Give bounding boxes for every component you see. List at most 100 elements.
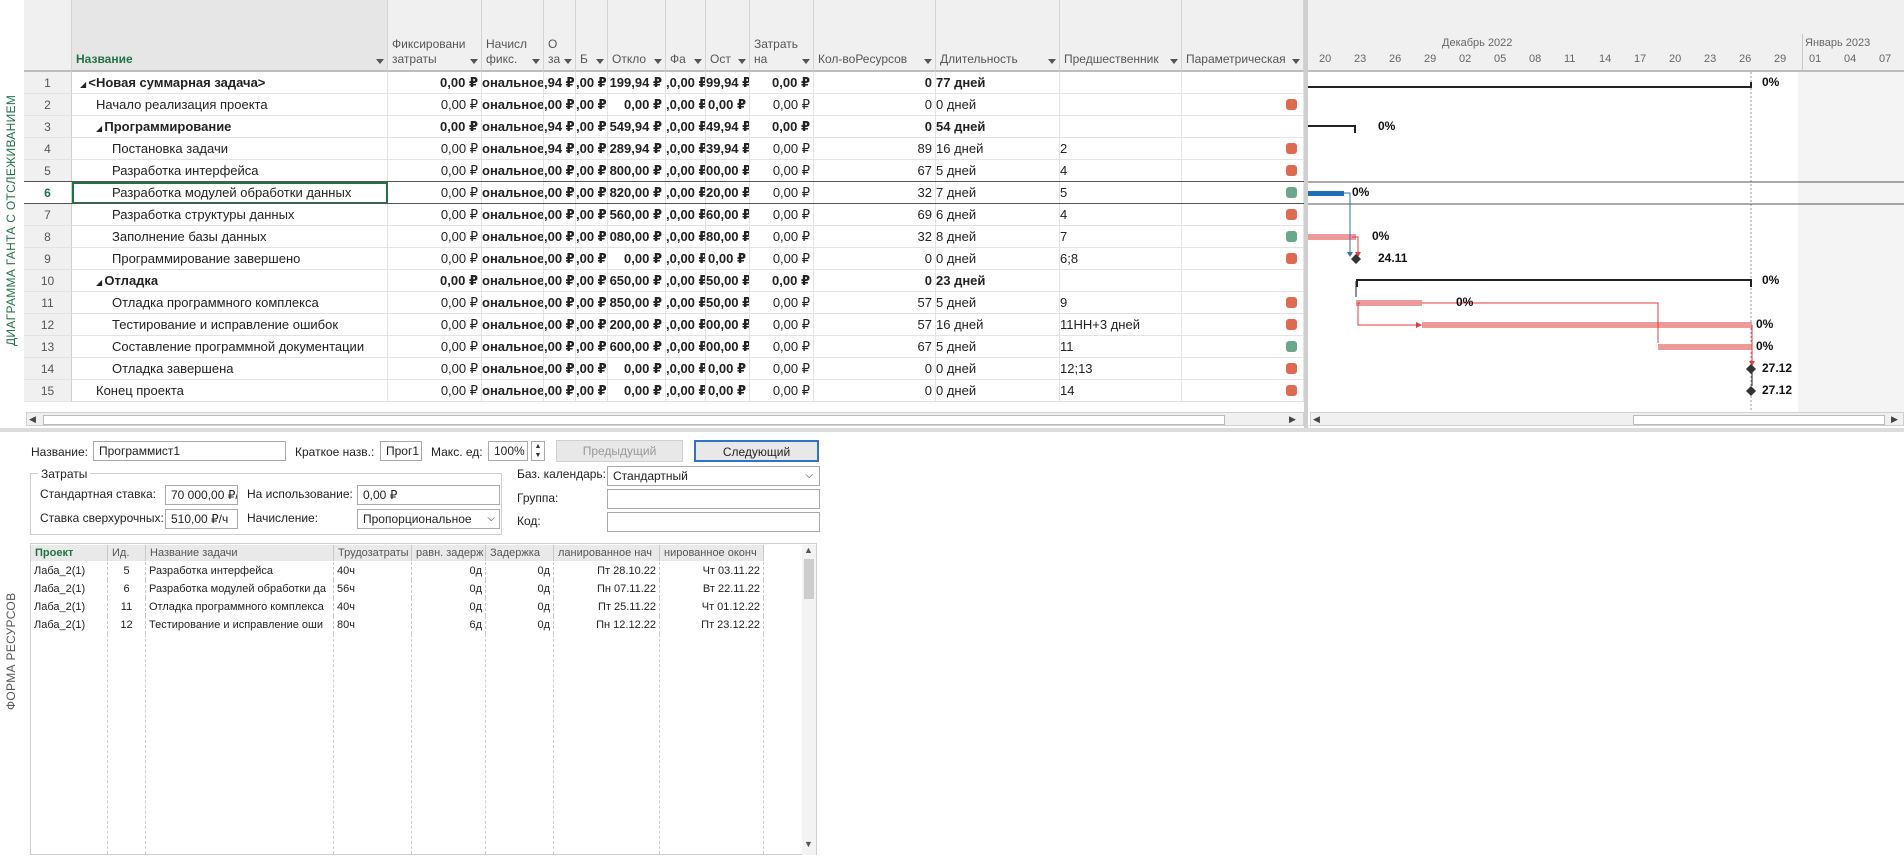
task-fixed-cell[interactable]: 0,00 ₽ — [388, 204, 482, 226]
task-pred-cell[interactable]: 14 — [1060, 380, 1182, 402]
task-o-cell[interactable]: ,00 ₽ — [544, 248, 576, 270]
task-dev-cell[interactable]: 560,00 ₽ — [608, 204, 666, 226]
code-field[interactable] — [607, 512, 820, 532]
task-pred-cell[interactable]: 12;13 — [1060, 358, 1182, 380]
assignment-cell[interactable]: 0д — [486, 598, 554, 616]
assignment-col-header[interactable]: Задержка — [486, 545, 554, 561]
standard-rate-field[interactable]: 70 000,00 ₽/ч — [165, 485, 238, 505]
task-dev-cell[interactable]: 289,94 ₽ — [608, 138, 666, 160]
task-fixed-cell[interactable]: 0,00 ₽ — [388, 160, 482, 182]
task-fact-cell[interactable]: ,0,00 ₽ — [666, 116, 706, 138]
task-rc-cell[interactable]: 32 — [814, 182, 936, 204]
task-accr-cell[interactable]: ональное — [482, 138, 544, 160]
assignment-cell[interactable]: Лаба_2(1) — [31, 598, 108, 616]
task-fact-cell[interactable]: ,0,00 ₽ — [666, 138, 706, 160]
task-name-cell[interactable]: Тестирование и исправление ошибок — [72, 314, 388, 336]
task-accr-cell[interactable]: ональное — [482, 116, 544, 138]
task-dur-cell[interactable]: 77 дней — [936, 72, 1060, 94]
task-name-cell[interactable]: Постановка задачи — [72, 138, 388, 160]
task-rem-cell[interactable]: 50,00 ₽ — [706, 270, 750, 292]
row-number[interactable]: 15 — [24, 380, 72, 402]
assignment-cell[interactable]: Пт 25.11.22 — [554, 598, 660, 616]
chevron-down-icon[interactable] — [738, 59, 746, 64]
task-rem-cell[interactable]: 00,00 ₽ — [706, 336, 750, 358]
task-accr-cell[interactable]: ональное — [482, 72, 544, 94]
scroll-left-arrow-icon[interactable]: ◀ — [1313, 414, 1320, 425]
assignment-cell[interactable]: Лаба_2(1) — [31, 580, 108, 598]
task-o-cell[interactable]: ,00 ₽ — [544, 358, 576, 380]
chevron-down-icon[interactable] — [532, 59, 540, 64]
task-rem-cell[interactable]: 0,00 ₽ — [706, 358, 750, 380]
task-fact-cell[interactable]: ,0,00 ₽ — [666, 160, 706, 182]
task-fixed-cell[interactable]: 0,00 ₽ — [388, 116, 482, 138]
scroll-up-arrow-icon[interactable]: ▲ — [804, 545, 813, 555]
assignment-cell[interactable]: Пт 23.12.22 — [660, 616, 764, 634]
task-pred-cell[interactable]: 4 — [1060, 160, 1182, 182]
scroll-thumb[interactable] — [43, 415, 1225, 425]
task-rem-cell[interactable]: 20,00 ₽ — [706, 182, 750, 204]
task-pred-cell[interactable]: 9 — [1060, 292, 1182, 314]
task-fact-cell[interactable]: ,0,00 ₽ — [666, 380, 706, 402]
task-name-cell[interactable]: Отладка завершена — [72, 358, 388, 380]
task-pred-cell[interactable]: 7 — [1060, 226, 1182, 248]
task-name-cell[interactable]: Конец проекта — [72, 380, 388, 402]
parametric-cell[interactable] — [1182, 270, 1304, 292]
task-name-cell[interactable]: Составление программной документации — [72, 336, 388, 358]
assignment-cell[interactable]: Чт 01.12.22 — [660, 598, 764, 616]
task-rc-cell[interactable]: 69 — [814, 204, 936, 226]
task-accr-cell[interactable]: ональное — [482, 336, 544, 358]
task-rem-cell[interactable]: 0,00 ₽ — [706, 94, 750, 116]
task-rem-cell[interactable]: 0,00 ₽ — [706, 248, 750, 270]
task-name-cell[interactable]: ◢ Программирование — [72, 116, 388, 138]
task-dur-cell[interactable]: 0 дней — [936, 248, 1060, 270]
task-cost-cell[interactable]: 0,00 ₽ — [750, 226, 814, 248]
task-dur-cell[interactable]: 6 дней — [936, 204, 1060, 226]
parametric-cell[interactable] — [1182, 226, 1304, 248]
task-fact-cell[interactable]: ,0,00 ₽ — [666, 292, 706, 314]
per-use-field[interactable]: 0,00 ₽ — [357, 485, 500, 505]
chevron-down-icon[interactable]: ⌵ — [487, 510, 495, 528]
base-calendar-select[interactable]: Стандартный ⌵ — [607, 466, 820, 486]
scroll-left-arrow-icon[interactable]: ◀ — [29, 414, 36, 425]
parametric-cell[interactable] — [1182, 72, 1304, 94]
task-o-cell[interactable]: ,94 ₽ — [544, 138, 576, 160]
row-number[interactable]: 1 — [24, 72, 72, 94]
task-dur-cell[interactable]: 23 дней — [936, 270, 1060, 292]
task-fixed-cell[interactable]: 0,00 ₽ — [388, 248, 482, 270]
col-header-parametric[interactable]: Параметрическая — [1182, 0, 1304, 72]
assignment-col-header[interactable]: Название задачи — [146, 545, 334, 561]
task-fact-cell[interactable]: ,0,00 ₽ — [666, 226, 706, 248]
row-number[interactable]: 11 — [24, 292, 72, 314]
chevron-down-icon[interactable] — [1292, 59, 1300, 64]
task-rc-cell[interactable]: 0 — [814, 116, 936, 138]
assignment-cell[interactable]: Лаба_2(1) — [31, 562, 108, 580]
task-pred-cell[interactable] — [1060, 270, 1182, 292]
row-number[interactable]: 5 — [24, 160, 72, 182]
task-rem-cell[interactable]: 0,00 ₽ — [706, 380, 750, 402]
gantt-hscrollbar[interactable]: ◀ ▶ — [1310, 412, 1904, 426]
row-number[interactable]: 9 — [24, 248, 72, 270]
task-dev-cell[interactable]: 600,00 ₽ — [608, 336, 666, 358]
task-b-cell[interactable]: ,00 ₽ — [576, 116, 608, 138]
task-cost-cell[interactable]: 0,00 ₽ — [750, 204, 814, 226]
task-rc-cell[interactable]: 0 — [814, 72, 936, 94]
task-dev-cell[interactable]: 200,00 ₽ — [608, 314, 666, 336]
task-rem-cell[interactable]: 50,00 ₽ — [706, 292, 750, 314]
assignment-cell[interactable]: 56ч — [334, 580, 412, 598]
task-pred-cell[interactable]: 11 — [1060, 336, 1182, 358]
overtime-rate-field[interactable]: 510,00 ₽/ч — [165, 509, 238, 529]
task-fixed-cell[interactable]: 0,00 ₽ — [388, 358, 482, 380]
task-dur-cell[interactable]: 0 дней — [936, 380, 1060, 402]
task-b-cell[interactable]: ,00 ₽ — [576, 72, 608, 94]
col-header-fact[interactable]: Фа — [666, 0, 706, 72]
task-cost-cell[interactable]: 0,00 ₽ — [750, 314, 814, 336]
task-dev-cell[interactable]: 0,00 ₽ — [608, 94, 666, 116]
task-rc-cell[interactable]: 32 — [814, 226, 936, 248]
task-pred-cell[interactable]: 11НН+3 дней — [1060, 314, 1182, 336]
task-dur-cell[interactable]: 5 дней — [936, 160, 1060, 182]
chevron-down-icon[interactable] — [470, 59, 478, 64]
task-dev-cell[interactable]: 080,00 ₽ — [608, 226, 666, 248]
task-b-cell[interactable]: ,00 ₽ — [576, 380, 608, 402]
task-name-cell[interactable]: ◢ Отладка — [72, 270, 388, 292]
task-fact-cell[interactable]: ,0,00 ₽ — [666, 72, 706, 94]
